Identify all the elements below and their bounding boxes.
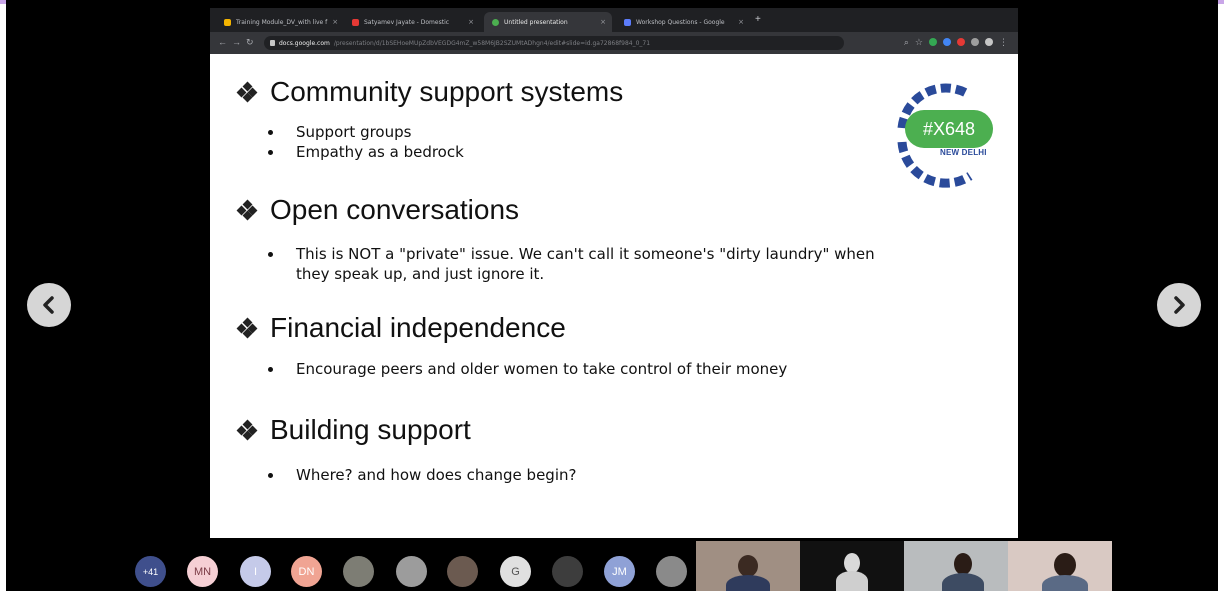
search-icon[interactable]: ⌕ [904, 37, 909, 47]
browser-tab-workshop-questions[interactable]: Workshop Questions - Google × [616, 12, 750, 32]
participant-photo-avatar[interactable] [447, 556, 478, 587]
participant-avatar[interactable]: DN [291, 556, 322, 587]
participant-avatar[interactable]: G [500, 556, 531, 587]
participant-body [836, 571, 868, 591]
avatar-initials: I [253, 565, 258, 578]
menu-kebab-icon[interactable]: ⋮ [999, 37, 1008, 47]
slide-heading: Open conversations [236, 194, 520, 226]
bullet-item: Support groups [266, 122, 464, 142]
tab-title: Training Module_DV_with live f [236, 18, 328, 26]
bullet-item: Where? and how does change begin? [266, 465, 576, 485]
extension-icon[interactable] [943, 38, 951, 46]
avatar-initials: MN [193, 565, 212, 578]
lock-icon [270, 40, 275, 46]
heading-text: Community support systems [270, 76, 624, 107]
forward-icon[interactable]: → [232, 37, 241, 47]
avatar-initials: DN [298, 565, 315, 578]
tab-title: Untitled presentation [504, 18, 568, 26]
slide-heading: Building support [236, 414, 471, 446]
profile-icon[interactable] [985, 38, 993, 46]
overflow-count: +41 [142, 566, 159, 577]
participant-body [1042, 575, 1088, 591]
slide-heading: Community support systems [236, 76, 624, 108]
tab-title: Workshop Questions - Google [636, 18, 725, 26]
x648-logo: #X648 NEW DELHI [880, 80, 1004, 192]
bullet-item: Encourage peers and older women to take … [266, 359, 787, 379]
heading-text: Financial independence [270, 312, 566, 343]
presentation-favicon-icon [492, 18, 499, 26]
bullet-list: Encourage peers and older women to take … [266, 359, 787, 379]
browser-tab-untitled-presentation[interactable]: Untitled presentation × [484, 12, 612, 32]
meeting-stage: Training Module_DV_with live f × Satyame… [6, 0, 1218, 591]
participant-head [844, 553, 860, 573]
participant-avatar[interactable]: I [240, 556, 271, 587]
bullet-list: Support groups Empathy as a bedrock [266, 122, 464, 162]
bullet-list: This is NOT a "private" issue. We can't … [266, 244, 886, 284]
browser-tab-bar: Training Module_DV_with live f × Satyame… [210, 8, 1018, 32]
url-field[interactable]: docs.google.com /presentation/d/1bSEHoeM… [264, 36, 844, 50]
tab-close-icon[interactable]: × [332, 18, 338, 26]
extension-icon[interactable] [971, 38, 979, 46]
bullet-list: Where? and how does change begin? [266, 465, 576, 485]
logo-hashtag-badge: #X648 [905, 110, 993, 148]
forms-favicon-icon [624, 18, 631, 26]
url-host: docs.google.com [279, 39, 330, 47]
star-icon[interactable]: ☆ [915, 37, 923, 47]
participant-video-tile[interactable] [696, 541, 800, 591]
heading-text: Open conversations [270, 194, 520, 225]
extension-icon[interactable] [957, 38, 965, 46]
participant-avatar[interactable]: JM [604, 556, 635, 587]
url-path: /presentation/d/1bSEHoeMUpZdbVEGDG4mZ_w5… [333, 39, 651, 47]
bullet-item: Empathy as a bedrock [266, 142, 464, 162]
participant-photo-avatar[interactable] [343, 556, 374, 587]
heading-text: Building support [270, 414, 471, 445]
logo-city-text: NEW DELHI [940, 148, 987, 157]
participant-head [738, 555, 758, 577]
presentation-slide: Community support systems Support groups… [210, 54, 1018, 538]
participant-photo-avatar[interactable] [552, 556, 583, 587]
participant-avatar[interactable]: MN [187, 556, 218, 587]
participant-video-tile[interactable] [904, 541, 1008, 591]
participant-body [726, 575, 770, 591]
extensions-toolbar: ⌕ ☆ ⋮ [904, 37, 1008, 47]
tab-close-icon[interactable]: × [600, 18, 606, 26]
participant-head [954, 553, 972, 575]
previous-slide-button[interactable] [27, 283, 71, 327]
diamond-bullet-icon [236, 419, 258, 441]
participant-head [1054, 553, 1076, 577]
diamond-bullet-icon [236, 199, 258, 221]
reload-icon[interactable]: ↻ [246, 37, 254, 47]
participants-overflow-badge[interactable]: +41 [135, 556, 166, 587]
bullet-item: This is NOT a "private" issue. We can't … [266, 244, 886, 284]
participant-body [942, 573, 984, 591]
slides-favicon-icon [224, 18, 231, 26]
avatar-initials: JM [612, 565, 627, 578]
chevron-right-icon [1174, 296, 1185, 314]
participant-photo-avatar[interactable] [396, 556, 427, 587]
next-slide-button[interactable] [1157, 283, 1201, 327]
browser-tab-training-module[interactable]: Training Module_DV_with live f × [216, 12, 340, 32]
participant-video-tile[interactable] [800, 541, 904, 591]
new-tab-icon[interactable]: + [755, 15, 761, 25]
extension-icon[interactable] [929, 38, 937, 46]
slide-heading: Financial independence [236, 312, 566, 344]
shared-browser-window: Training Module_DV_with live f × Satyame… [210, 8, 1018, 54]
back-icon[interactable]: ← [218, 37, 227, 47]
tab-close-icon[interactable]: × [738, 18, 744, 26]
tab-close-icon[interactable]: × [468, 18, 474, 26]
tab-title: Satyamev Jayate - Domestic [364, 18, 450, 26]
youtube-favicon-icon [352, 18, 359, 26]
chevron-left-icon [43, 296, 54, 314]
avatar-initials: G [511, 565, 520, 578]
browser-tab-satyamev-jayate[interactable]: Satyamev Jayate - Domestic × [344, 12, 480, 32]
address-bar-row: ← → ↻ docs.google.com /presentation/d/1b… [210, 32, 1018, 54]
participant-photo-avatar[interactable] [656, 556, 687, 587]
diamond-bullet-icon [236, 317, 258, 339]
participant-video-tile[interactable] [1008, 541, 1112, 591]
diamond-bullet-icon [236, 81, 258, 103]
